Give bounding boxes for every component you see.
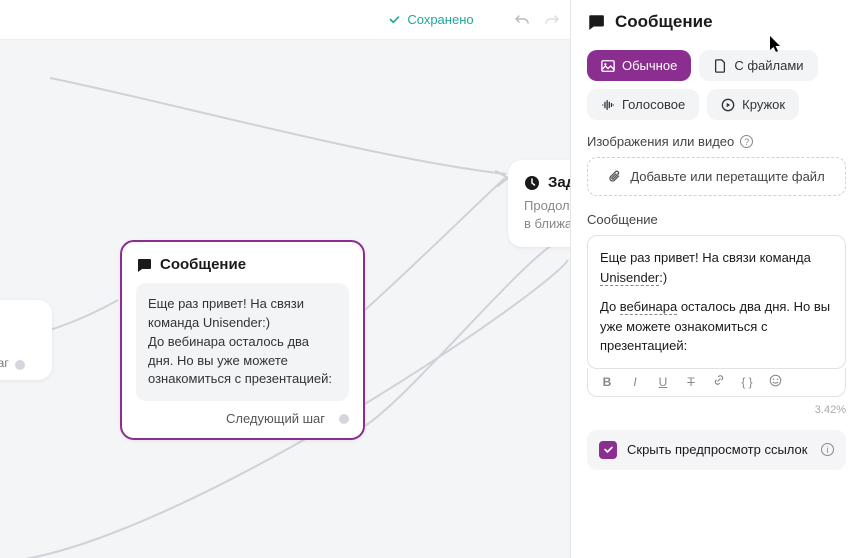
upload-button[interactable]: Добавьте или перетащите файл [587, 157, 846, 196]
message-node-body: Еще раз привет! На связи команда Unisend… [136, 283, 349, 401]
upload-label: Добавьте или перетащите файл [630, 169, 824, 184]
editor-dotted-1: Unisender [600, 270, 659, 286]
previous-step-label: й шаг [0, 356, 9, 370]
message-editor[interactable]: Еще раз привет! На связи команда Unisend… [587, 235, 846, 369]
file-icon [713, 59, 727, 73]
hide-preview-row[interactable]: Скрыть предпросмотр ссылок i [587, 430, 846, 470]
italic-button[interactable]: I [626, 375, 644, 389]
media-label-text: Изображения или видео [587, 134, 734, 149]
save-status-text: Сохранено [407, 12, 473, 27]
delay-node-header: Зад [524, 174, 570, 191]
checkmark-icon [603, 444, 614, 455]
node-output-dot[interactable] [15, 360, 25, 370]
redo-icon [544, 12, 560, 28]
next-step-row[interactable]: Следующий шаг [136, 411, 349, 426]
hide-preview-label: Скрыть предпросмотр ссылок [627, 442, 807, 457]
bold-button[interactable]: B [598, 375, 616, 389]
next-step-label: Следующий шаг [226, 411, 325, 426]
delay-node-title: Зад [548, 174, 570, 191]
message-type-tabs: Обычное С файлами Голосовое Кружок [587, 50, 846, 120]
delay-node[interactable]: Зад Продолж в ближа [508, 160, 570, 247]
clock-icon [524, 175, 540, 191]
message-body-line2: До вебинара осталось два дня. Но вы уже … [148, 333, 337, 390]
tab-circle[interactable]: Кружок [707, 89, 799, 120]
editor-p2: До вебинара осталось два дня. Но вы уже … [600, 297, 833, 356]
editor-toolbar: B I U T { } [587, 368, 846, 397]
sidebar: Сообщение Обычное С файлами Голосовое Кр… [570, 0, 862, 558]
sidebar-title: Сообщение [615, 12, 713, 32]
image-icon [601, 59, 615, 73]
media-section-label: Изображения или видео ? [587, 134, 846, 149]
message-body-line1: Еще раз привет! На связи команда Unisend… [148, 295, 337, 333]
play-circle-icon [721, 98, 735, 112]
node-output-dot[interactable] [339, 414, 349, 424]
info-icon[interactable]: i [821, 443, 834, 456]
tab-voice[interactable]: Голосовое [587, 89, 699, 120]
emoji-icon [769, 374, 782, 387]
undo-icon [514, 12, 530, 28]
tab-regular[interactable]: Обычное [587, 50, 691, 81]
help-icon[interactable]: ? [740, 135, 753, 148]
tab-circle-label: Кружок [742, 97, 785, 112]
hide-preview-checkbox[interactable] [599, 441, 617, 459]
strikethrough-button[interactable]: T [682, 375, 700, 389]
canvas[interactable]: й шаг Сообщение Еще раз привет! На связи… [0, 40, 570, 558]
link-icon [713, 374, 725, 386]
editor-p1: Еще раз привет! На связи команда Unisend… [600, 248, 833, 287]
save-status: Сохранено [388, 12, 473, 27]
undo-button[interactable] [512, 10, 532, 30]
tab-regular-label: Обычное [622, 58, 677, 73]
message-node-header: Сообщение [136, 256, 349, 273]
delay-sub1: Продолж [524, 197, 570, 215]
check-icon [388, 13, 401, 26]
tab-voice-label: Голосовое [622, 97, 685, 112]
sidebar-header: Сообщение [587, 12, 846, 32]
message-node-title: Сообщение [160, 256, 246, 273]
paperclip-icon [608, 170, 622, 184]
delay-sub2: в ближа [524, 215, 570, 233]
editor-dotted-2: вебинара [620, 299, 677, 315]
code-button[interactable]: { } [738, 375, 756, 389]
emoji-button[interactable] [766, 374, 784, 390]
redo-button[interactable] [542, 10, 562, 30]
underline-button[interactable]: U [654, 375, 672, 389]
tab-files-label: С файлами [734, 58, 803, 73]
waveform-icon [601, 98, 615, 112]
char-count: 3.42% [587, 404, 846, 416]
link-button[interactable] [710, 374, 728, 389]
message-node[interactable]: Сообщение Еще раз привет! На связи коман… [120, 240, 365, 440]
message-section-label: Сообщение [587, 212, 846, 227]
tab-files[interactable]: С файлами [699, 50, 817, 81]
previous-step-node[interactable]: й шаг [0, 300, 52, 380]
message-icon [136, 257, 152, 273]
message-label-text: Сообщение [587, 212, 658, 227]
message-icon [587, 13, 605, 31]
